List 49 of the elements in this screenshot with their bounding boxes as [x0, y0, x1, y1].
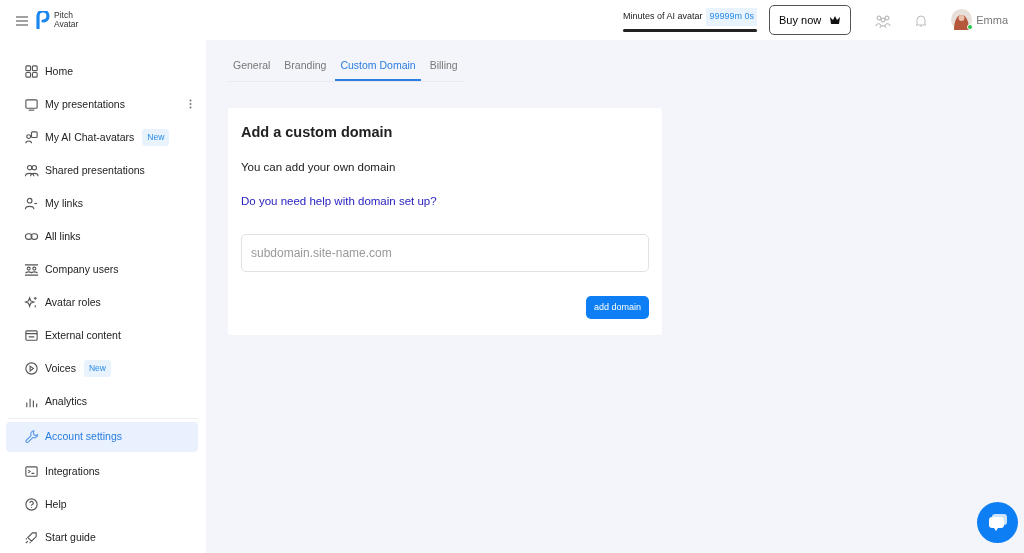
minutes-label: Minutes of AI avatar: [622, 10, 703, 24]
new-badge: New: [142, 129, 170, 146]
chat-icon: [986, 512, 1009, 533]
tab[interactable]: General: [228, 53, 276, 81]
play-circle-icon: [24, 360, 39, 376]
tab[interactable]: Billing: [424, 53, 463, 81]
help-link[interactable]: Do you need help with domain set up?: [241, 192, 437, 210]
sidebar-item[interactable]: Shared presentations: [6, 153, 198, 187]
sidebar-item[interactable]: My links: [6, 186, 198, 220]
sidebar-item[interactable]: External content: [6, 318, 198, 352]
card-title: Add a custom domain: [241, 122, 394, 142]
folder-icon: [24, 327, 39, 343]
buy-now-button[interactable]: Buy now: [769, 4, 852, 36]
sidebar-item[interactable]: Integrations: [6, 454, 198, 488]
grid-icon: [24, 63, 39, 79]
sidebar-item[interactable]: Start guide: [6, 520, 198, 553]
new-badge: New: [83, 360, 111, 377]
user-link-icon: [24, 195, 39, 211]
sidebar-item[interactable]: Help: [6, 487, 198, 521]
users-icon: [24, 261, 39, 277]
sidebar-item[interactable]: Account settings: [6, 421, 198, 452]
avatar[interactable]: [951, 9, 973, 31]
sidebar-item[interactable]: All links: [6, 219, 198, 253]
domain-input-field[interactable]: subdomain.site-name.com: [241, 233, 649, 272]
description-text: You can add your own domain: [241, 160, 397, 176]
more-icon[interactable]: [189, 99, 192, 110]
sidebar-item[interactable]: Home: [6, 54, 198, 88]
user-name: Emma: [976, 12, 1008, 28]
people-icon: [24, 162, 39, 178]
terminal-icon: [24, 463, 39, 479]
sidebar-item[interactable]: Company users: [6, 252, 198, 286]
monitor-icon: [24, 96, 39, 112]
tab[interactable]: Branding: [279, 53, 332, 81]
sidebar-item[interactable]: My AI Chat-avatars New: [6, 120, 198, 154]
chat-avatar-icon: [24, 129, 39, 145]
minutes-value: 99999m 0s: [706, 8, 757, 26]
sidebar-item[interactable]: My presentations: [6, 87, 198, 121]
sparkle-icon: [24, 294, 39, 310]
wrench-icon: [24, 429, 39, 445]
add-domain-button[interactable]: add domain: [585, 295, 649, 320]
sidebar-item[interactable]: Analytics: [6, 384, 198, 418]
tab[interactable]: Custom Domain: [335, 53, 421, 81]
logo-icon: [36, 10, 50, 29]
crown-icon: [829, 14, 842, 25]
logo-text: Pitch Avatar: [54, 11, 79, 29]
rocket-icon: [24, 529, 39, 545]
sidebar-item[interactable]: Avatar roles: [6, 285, 198, 319]
sidebar-item[interactable]: Voices New: [6, 351, 198, 385]
help-icon: [24, 496, 39, 512]
